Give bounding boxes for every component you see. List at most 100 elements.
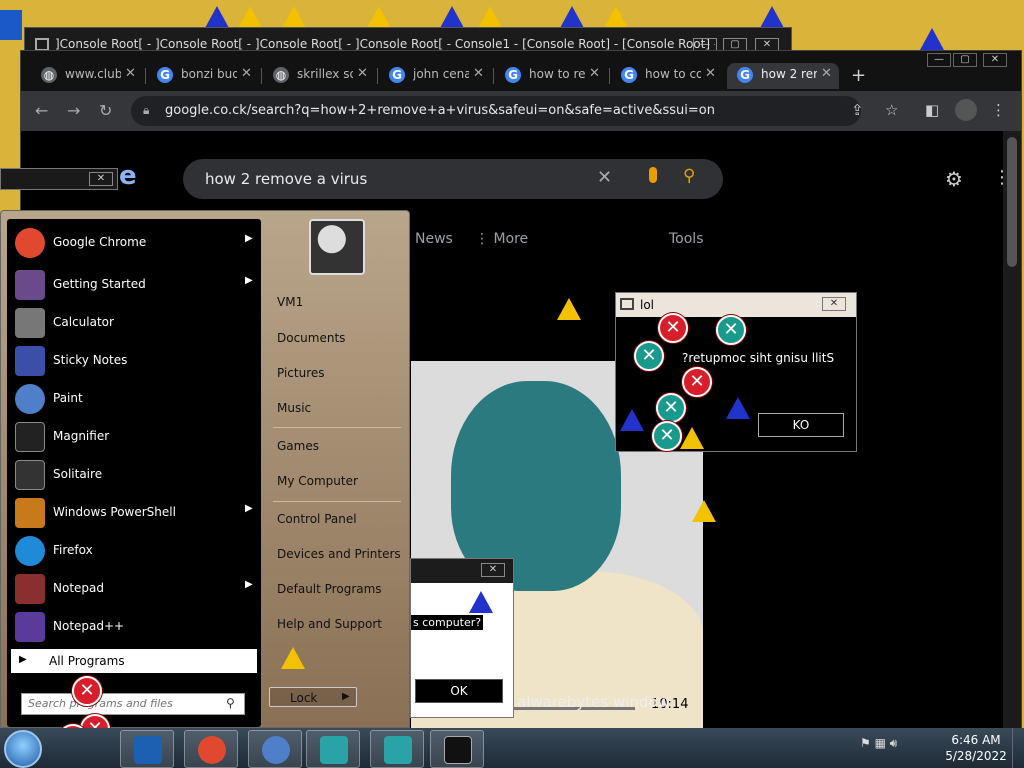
bookmark-star-icon[interactable]: ☆ [885, 101, 898, 119]
taskbar-clock[interactable]: 6:46 AM 5/28/2022 [944, 732, 1008, 764]
program-google-chrome[interactable]: Google Chrome ▶ [13, 225, 255, 261]
tab-2[interactable]: ◍ skrillex song ✕ [263, 63, 375, 89]
ok-button[interactable]: OK [415, 679, 503, 703]
taskbar-chrome[interactable] [184, 730, 238, 768]
settings-gear-icon[interactable]: ⚙ [945, 167, 963, 191]
tab-tools[interactable]: Tools [669, 231, 704, 247]
link-user[interactable]: VM1 [277, 295, 303, 309]
program-notepad-plus-plus[interactable]: Notepad++ [13, 609, 255, 645]
link-default-programs[interactable]: Default Programs [277, 582, 382, 596]
new-tab-button[interactable]: + [851, 65, 866, 86]
submenu-arrow-icon[interactable]: ▶ [245, 275, 253, 286]
link-music[interactable]: Music [277, 401, 311, 415]
link-pictures[interactable]: Pictures [277, 366, 325, 380]
back-arrow-icon[interactable]: ← [35, 101, 48, 120]
program-paint[interactable]: Paint [13, 381, 255, 417]
tab-news[interactable]: News [415, 231, 453, 247]
show-desktop-button[interactable] [1012, 728, 1024, 768]
close-icon[interactable]: ✕ [589, 66, 600, 81]
menu-kebab-icon[interactable]: ⋮ [991, 101, 1006, 119]
taskbar-media-player[interactable] [120, 730, 174, 768]
side-panel-icon[interactable]: ◧ [925, 101, 939, 119]
address-bar[interactable]: 🔒︎ google.co.ck/search?q=how+2+remove+a+… [131, 96, 861, 126]
arrow-right-icon[interactable]: ▶ [342, 691, 350, 702]
taskbar-terminal[interactable] [430, 730, 484, 768]
taskbar-console-2[interactable] [370, 730, 424, 768]
taskbar-console[interactable] [306, 730, 360, 768]
program-sticky-notes[interactable]: Sticky Notes [13, 343, 255, 379]
link-control-panel[interactable]: Control Panel [277, 512, 357, 526]
tab-3[interactable]: G john cena ✕ [379, 63, 491, 89]
close-icon[interactable]: ✕ [473, 66, 484, 81]
close-button[interactable]: ✕ [822, 297, 846, 311]
scrollbar[interactable] [1003, 131, 1021, 729]
clear-icon[interactable]: ✕ [597, 167, 612, 188]
close-icon[interactable]: ✕ [125, 66, 136, 81]
tab-more-label: More [493, 231, 529, 247]
search-icon[interactable]: ⚲ [226, 696, 235, 710]
scroll-thumb[interactable] [1007, 137, 1017, 267]
tray-icons[interactable]: ⚑ ▦ 🔊︎ [860, 736, 897, 751]
ko-button[interactable]: KO [758, 413, 844, 437]
google-search-box[interactable]: how 2 remove a virus ✕ ⚲ [183, 159, 723, 199]
lock-button[interactable]: Lock ▶ [269, 687, 357, 707]
start-search-input[interactable] [28, 697, 218, 710]
program-windows-powershell[interactable]: Windows PowerShell ▶ [13, 495, 255, 531]
link-devices-and-printers[interactable]: Devices and Printers [277, 547, 401, 561]
profile-avatar[interactable] [955, 99, 977, 121]
url-text: google.co.ck/search?q=how+2+remove+a+vir… [165, 103, 715, 118]
submenu-arrow-icon[interactable]: ▶ [245, 233, 253, 244]
program-getting-started[interactable]: Getting Started ▶ [13, 267, 255, 303]
link-documents[interactable]: Documents [277, 331, 345, 345]
submenu-arrow-icon[interactable]: ▶ [245, 503, 253, 514]
all-programs-button[interactable]: ▶ All Programs [11, 649, 257, 673]
close-icon[interactable]: ✕ [357, 66, 368, 81]
close-button[interactable]: ✕ [89, 172, 113, 186]
tab-5[interactable]: G how to com ✕ [611, 63, 723, 89]
tab-4[interactable]: G how to remove ✕ [495, 63, 607, 89]
tab-separator [145, 68, 146, 84]
close-button[interactable]: ✕ [983, 53, 1007, 67]
tab-1[interactable]: G bonzi buddy ✕ [147, 63, 259, 89]
search-icon[interactable]: ⚲ [683, 166, 695, 186]
dialog-titlebar[interactable]: lol ✕ [616, 293, 856, 317]
close-button[interactable]: ✕ [481, 563, 505, 577]
error-icon: ✕ [658, 313, 688, 343]
close-icon[interactable]: ✕ [705, 66, 716, 81]
user-picture[interactable] [309, 219, 365, 275]
error-icon: ✕ [652, 421, 682, 451]
link-my-computer[interactable]: My Computer [277, 474, 358, 488]
tab-0[interactable]: ◍ www.club ✕ [31, 63, 143, 89]
minimize-button[interactable]: — [927, 53, 951, 67]
google-logo[interactable]: e [119, 161, 137, 191]
start-button[interactable] [4, 730, 42, 768]
close-icon[interactable]: ✕ [241, 66, 252, 81]
program-magnifier[interactable]: Magnifier [13, 419, 255, 455]
tab-more[interactable]: ⋮ More [475, 231, 528, 247]
small-window-titlebar[interactable]: ✕ [0, 168, 118, 190]
maximize-button[interactable]: ▢ [953, 53, 977, 67]
notepad-plus-plus-icon [15, 612, 45, 642]
video-caption[interactable]: alwarebytes window [517, 693, 670, 711]
tab-6-active[interactable]: G how 2 remove ✕ [727, 63, 839, 89]
warning-icon [238, 6, 262, 28]
start-search-field[interactable]: ⚲ [21, 693, 245, 715]
dialog-titlebar[interactable]: ✕ [411, 559, 513, 583]
submenu-arrow-icon[interactable]: ▶ [245, 579, 253, 590]
forward-arrow-icon[interactable]: → [67, 101, 80, 120]
program-firefox[interactable]: Firefox [13, 533, 255, 569]
lock-label: Lock [290, 691, 318, 705]
program-solitaire[interactable]: Solitaire [13, 457, 255, 493]
reload-icon[interactable]: ↻ [99, 101, 112, 120]
microphone-icon[interactable] [649, 167, 657, 183]
share-icon[interactable]: ⇪ [851, 101, 864, 119]
link-games[interactable]: Games [277, 439, 319, 453]
warning-icon [604, 6, 628, 28]
program-calculator[interactable]: Calculator [13, 305, 255, 341]
paint-icon [15, 384, 45, 414]
link-help-and-support[interactable]: Help and Support [277, 617, 382, 631]
globe-icon: ◍ [41, 67, 57, 83]
close-icon[interactable]: ✕ [821, 66, 832, 81]
taskbar-paint[interactable] [248, 730, 302, 768]
program-notepad[interactable]: Notepad ▶ [13, 571, 255, 607]
